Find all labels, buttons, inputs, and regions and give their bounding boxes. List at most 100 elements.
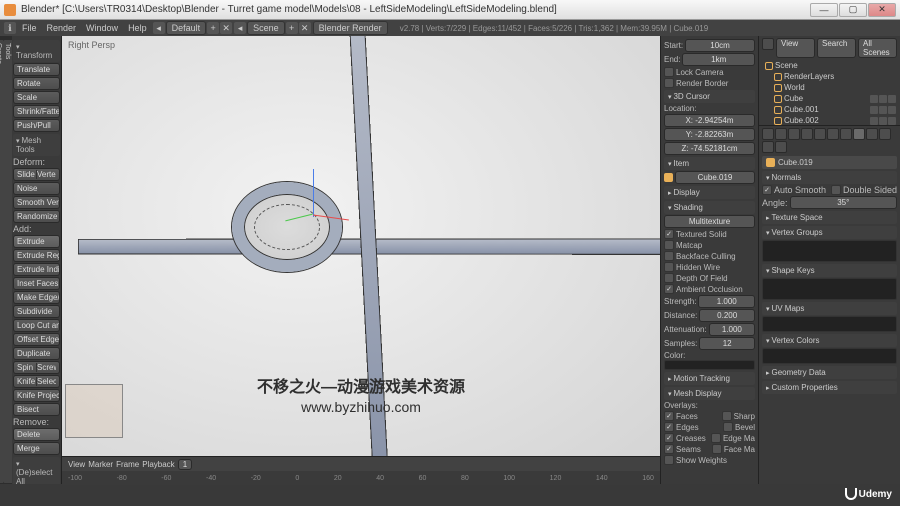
rotate-button[interactable]: Rotate xyxy=(13,77,60,90)
distance-field[interactable]: 0.200 xyxy=(699,309,755,322)
faces-checkbox[interactable] xyxy=(664,411,674,421)
close-button[interactable]: ✕ xyxy=(868,3,896,17)
item-name-field[interactable]: Cube.019 xyxy=(675,171,755,184)
scene-del-icon[interactable]: ✕ xyxy=(299,22,311,34)
layout-add-icon[interactable]: + xyxy=(207,22,219,34)
outliner-search[interactable]: Search xyxy=(817,38,856,58)
strength-field[interactable]: 1.000 xyxy=(698,295,755,308)
tab-texture-icon[interactable] xyxy=(879,128,891,140)
translate-button[interactable]: Translate xyxy=(13,63,60,76)
panel-display[interactable]: Display xyxy=(664,186,755,199)
scene-dropdown[interactable]: Scene xyxy=(247,21,285,35)
panel-texture-space[interactable]: Texture Space xyxy=(762,211,897,224)
tab-physics-icon[interactable] xyxy=(775,141,787,153)
edgema-checkbox[interactable] xyxy=(711,433,721,443)
minimize-button[interactable]: — xyxy=(810,3,838,17)
panel-vertex-groups[interactable]: Vertex Groups xyxy=(762,226,897,239)
extrude-region-button[interactable]: Extrude Region xyxy=(13,249,60,262)
cursor-x-field[interactable]: X: -2.94254m xyxy=(664,114,755,127)
bevel-checkbox[interactable] xyxy=(723,422,733,432)
editor-type-icon[interactable]: ℹ xyxy=(4,22,16,34)
tab-particles-icon[interactable] xyxy=(762,141,774,153)
end-field[interactable]: 1km xyxy=(682,53,755,66)
layout-del-icon[interactable]: ✕ xyxy=(220,22,232,34)
maximize-button[interactable]: ▢ xyxy=(839,3,867,17)
bisect-button[interactable]: Bisect xyxy=(13,403,60,416)
color-swatch[interactable] xyxy=(664,360,755,370)
tab-object-icon[interactable] xyxy=(814,128,826,140)
knife-select-buttons[interactable]: KnifeSelect xyxy=(13,375,60,388)
multitexture-button[interactable]: Multitexture xyxy=(664,215,755,228)
tab-renderlayers-icon[interactable] xyxy=(775,128,787,140)
facema-checkbox[interactable] xyxy=(712,444,722,454)
sharp-checkbox[interactable] xyxy=(722,411,732,421)
scene-add-icon[interactable]: + xyxy=(286,22,298,34)
shrink-fatten-button[interactable]: Shrink/Fatten xyxy=(13,105,60,118)
autosmooth-checkbox[interactable] xyxy=(762,185,772,195)
panel-shape-keys[interactable]: Shape Keys xyxy=(762,264,897,277)
panel-motion-tracking[interactable]: Motion Tracking xyxy=(664,372,755,385)
menu-window[interactable]: Window xyxy=(82,22,122,34)
tab-tools[interactable]: Tools xyxy=(3,40,12,483)
knife-project-button[interactable]: Knife Project xyxy=(13,389,60,402)
panel-transform[interactable]: Transform xyxy=(13,40,60,62)
make-edge-face-button[interactable]: Make Edge/Face xyxy=(13,291,60,304)
tab-render-icon[interactable] xyxy=(762,128,774,140)
tl-playback-menu[interactable]: Playback xyxy=(142,460,174,469)
uv-maps-list[interactable] xyxy=(762,316,897,332)
matcap-checkbox[interactable] xyxy=(664,240,674,250)
merge-button[interactable]: Merge xyxy=(13,442,60,455)
outliner-renderlayers[interactable]: RenderLayers xyxy=(762,71,897,82)
render-engine-dropdown[interactable]: Blender Render xyxy=(313,21,388,35)
subdivide-button[interactable]: Subdivide xyxy=(13,305,60,318)
tl-marker-menu[interactable]: Marker xyxy=(88,460,113,469)
layout-dropdown[interactable]: Default xyxy=(166,21,207,35)
noise-button[interactable]: Noise xyxy=(13,182,60,195)
layout-prev-icon[interactable]: ◂ xyxy=(153,22,165,34)
delete-button[interactable]: Delete xyxy=(13,428,60,441)
ao-checkbox[interactable] xyxy=(664,284,674,294)
seams-checkbox[interactable] xyxy=(664,444,674,454)
panel-vertex-colors[interactable]: Vertex Colors xyxy=(762,334,897,347)
panel-deselect[interactable]: (De)select All xyxy=(13,457,60,484)
outliner-view-dropdown[interactable]: View xyxy=(776,38,815,58)
tab-world-icon[interactable] xyxy=(801,128,813,140)
outliner-editor-icon[interactable] xyxy=(762,38,774,50)
push-pull-button[interactable]: Push/Pull xyxy=(13,119,60,132)
creases-checkbox[interactable] xyxy=(664,433,674,443)
edges-checkbox[interactable] xyxy=(664,422,674,432)
operator-panel[interactable] xyxy=(65,384,123,438)
vertex-groups-list[interactable] xyxy=(762,240,897,262)
render-border-checkbox[interactable] xyxy=(664,78,674,88)
panel-mesh-tools[interactable]: Mesh Tools xyxy=(13,134,60,156)
cursor-y-field[interactable]: Y: -2.82263m xyxy=(664,128,755,141)
menu-render[interactable]: Render xyxy=(43,22,81,34)
tab-create[interactable]: Create xyxy=(0,40,3,483)
extrude-button[interactable]: Extrude xyxy=(13,235,60,248)
menu-help[interactable]: Help xyxy=(124,22,151,34)
start-field[interactable]: 10cm xyxy=(685,39,755,52)
inset-faces-button[interactable]: Inset Faces xyxy=(13,277,60,290)
cursor-z-field[interactable]: Z: -74.52181cm xyxy=(664,142,755,155)
scene-browse-icon[interactable]: ◂ xyxy=(234,22,246,34)
dof-checkbox[interactable] xyxy=(664,273,674,283)
scale-button[interactable]: Scale xyxy=(13,91,60,104)
smooth-vertex-button[interactable]: Smooth Vertex xyxy=(13,196,60,209)
shape-keys-list[interactable] xyxy=(762,278,897,300)
duplicate-button[interactable]: Duplicate xyxy=(13,347,60,360)
samples-field[interactable]: 12 xyxy=(699,337,755,350)
current-frame-field[interactable]: 1 xyxy=(178,459,192,470)
outliner-item[interactable]: Cube.001 xyxy=(762,104,897,115)
outliner-filter[interactable]: All Scenes xyxy=(858,38,897,58)
panel-shading[interactable]: Shading xyxy=(664,201,755,214)
doublesided-checkbox[interactable] xyxy=(831,185,841,195)
outliner-scene[interactable]: Scene xyxy=(762,60,897,71)
panel-mesh-display[interactable]: Mesh Display xyxy=(664,387,755,400)
tab-scene-icon[interactable] xyxy=(788,128,800,140)
panel-uv-maps[interactable]: UV Maps xyxy=(762,302,897,315)
panel-normals[interactable]: Normals xyxy=(762,171,897,184)
panel-3d-cursor[interactable]: 3D Cursor xyxy=(664,90,755,103)
randomize-button[interactable]: Randomize xyxy=(13,210,60,223)
tab-modifiers-icon[interactable] xyxy=(840,128,852,140)
outliner-item[interactable]: Cube.002 xyxy=(762,115,897,126)
